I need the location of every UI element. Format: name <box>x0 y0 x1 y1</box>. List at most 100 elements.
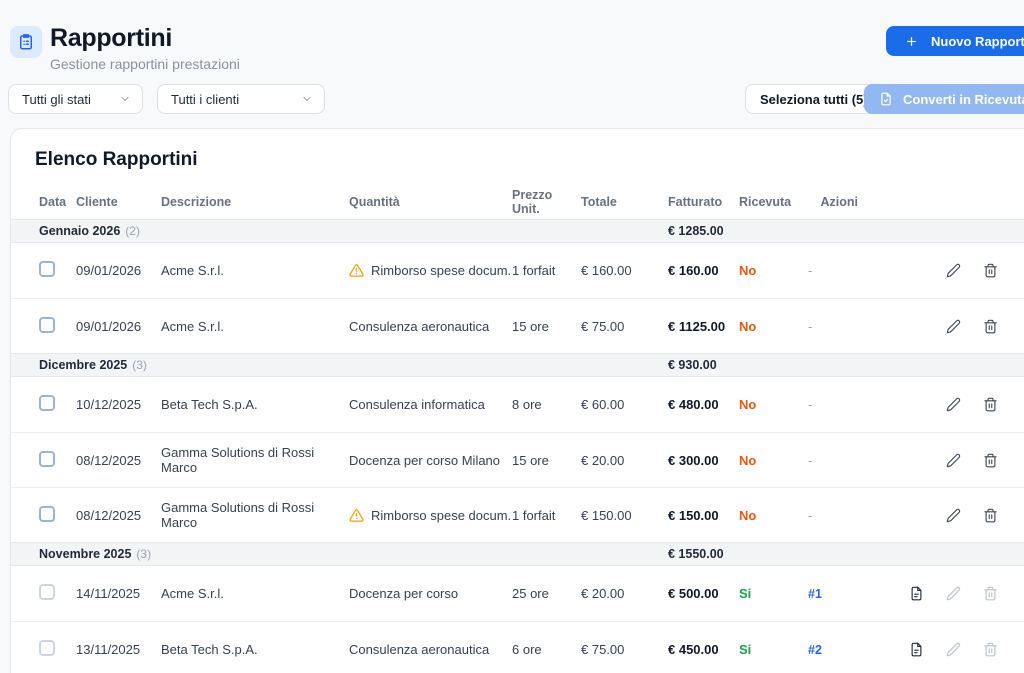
invoiced-status: No <box>739 453 808 468</box>
new-rapportino-button[interactable]: Nuovo Rapportino <box>886 26 1024 56</box>
delete-icon[interactable] <box>983 508 998 523</box>
total-cell: € 300.00 <box>668 453 739 468</box>
total-cell: € 500.00 <box>668 586 739 601</box>
month-count: (3) <box>136 547 151 561</box>
edit-icon[interactable] <box>946 508 961 523</box>
description-cell: Docenza per corso Milano <box>349 453 512 468</box>
receipt-dash: - <box>808 508 812 523</box>
quantity-cell: 15 ore <box>512 453 581 468</box>
month-name: Novembre 2025 <box>39 547 131 561</box>
date-cell: 10/12/2025 <box>76 397 161 412</box>
total-cell: € 1125.00 <box>668 319 739 334</box>
column-header: Descrizione <box>161 195 349 209</box>
receipt-cell: #1 <box>808 586 893 601</box>
month-name: Gennaio 2026 <box>39 224 120 238</box>
edit-icon[interactable] <box>946 586 961 601</box>
month-count: (2) <box>125 224 140 238</box>
row-checkbox[interactable] <box>39 584 55 600</box>
checkbox-cell <box>39 317 76 336</box>
month-group-row: Novembre 2025 (3) € 1550.00 <box>11 542 1024 566</box>
action-slot <box>983 397 998 413</box>
delete-icon[interactable] <box>983 586 998 601</box>
description-text: Rimborso spese docum... <box>371 508 512 523</box>
unit-price-cell: € 20.00 <box>581 453 668 468</box>
client-filter-select[interactable]: Tutti i clienti <box>157 84 325 114</box>
description-text: Consulenza aeronautica <box>349 642 489 657</box>
action-slot <box>909 507 924 523</box>
quantity-cell: 6 ore <box>512 642 581 657</box>
description-text: Rimborso spese docum... <box>371 263 512 278</box>
warning-icon <box>349 263 364 278</box>
checkbox-cell <box>39 451 76 470</box>
edit-icon[interactable] <box>946 453 961 468</box>
file-convert-icon <box>879 92 893 106</box>
total-cell: € 480.00 <box>668 397 739 412</box>
row-checkbox[interactable] <box>39 506 55 522</box>
quantity-cell: 8 ore <box>512 397 581 412</box>
checkbox-cell <box>39 261 76 280</box>
receipt-cell: - <box>808 319 893 334</box>
receipt-document-icon[interactable] <box>909 642 924 657</box>
unit-price-cell: € 150.00 <box>581 508 668 523</box>
row-checkbox[interactable] <box>39 395 55 411</box>
delete-icon[interactable] <box>983 397 998 412</box>
edit-icon[interactable] <box>946 263 961 278</box>
edit-icon[interactable] <box>946 642 961 657</box>
action-slot <box>983 586 998 602</box>
month-total: € 1550.00 <box>668 547 739 561</box>
actions-cell <box>893 299 1024 353</box>
receipt-document-icon[interactable] <box>909 586 924 601</box>
receipt-cell: - <box>808 263 893 278</box>
client-cell: Acme S.r.l. <box>161 319 349 334</box>
receipt-cell: - <box>808 397 893 412</box>
delete-icon[interactable] <box>983 453 998 468</box>
quantity-cell: 25 ore <box>512 586 581 601</box>
convert-to-receipt-button[interactable]: Converti in Ricevuta (0) <box>864 84 1024 114</box>
receipt-number-link[interactable]: #2 <box>808 643 822 657</box>
client-cell: Beta Tech S.p.A. <box>161 642 349 657</box>
action-slot <box>983 318 998 334</box>
edit-icon[interactable] <box>946 319 961 334</box>
month-total: € 1285.00 <box>668 224 739 238</box>
table-row: 13/11/2025Beta Tech S.p.A.Consulenza aer… <box>11 621 1024 673</box>
convert-label: Converti in Ricevuta (0) <box>903 92 1024 107</box>
client-filter-value: Tutti i clienti <box>171 92 239 107</box>
edit-icon[interactable] <box>946 397 961 412</box>
description-text: Docenza per corso Milano <box>349 453 500 468</box>
row-checkbox[interactable] <box>39 640 55 656</box>
page-title: Rapportini <box>50 24 240 53</box>
description-cell: Rimborso spese docum... <box>349 263 512 278</box>
action-slot <box>946 263 961 279</box>
receipt-cell: - <box>808 508 893 523</box>
row-checkbox[interactable] <box>39 317 55 333</box>
invoiced-status: No <box>739 397 808 412</box>
client-cell: Gamma Solutions di Rossi Marco <box>161 445 349 475</box>
action-slot <box>983 263 998 279</box>
quantity-cell: 15 ore <box>512 319 581 334</box>
select-all-button[interactable]: Seleziona tutti (5) <box>745 84 883 114</box>
total-cell: € 450.00 <box>668 642 739 657</box>
checkbox-cell <box>39 584 76 603</box>
column-header: Cliente <box>76 195 161 209</box>
column-header: Prezzo Unit. <box>512 188 581 216</box>
receipt-cell: #2 <box>808 642 893 657</box>
date-cell: 08/12/2025 <box>76 508 161 523</box>
date-cell: 09/01/2026 <box>76 263 161 278</box>
column-header: Ricevuta <box>739 195 808 209</box>
delete-icon[interactable] <box>983 319 998 334</box>
status-filter-select[interactable]: Tutti gli stati <box>8 84 143 114</box>
row-checkbox[interactable] <box>39 451 55 467</box>
receipt-cell: - <box>808 453 893 468</box>
row-checkbox[interactable] <box>39 261 55 277</box>
delete-icon[interactable] <box>983 642 998 657</box>
quantity-cell: 1 forfait <box>512 263 581 278</box>
description-cell: Docenza per corso <box>349 586 512 601</box>
checkbox-cell <box>39 395 76 414</box>
client-cell: Acme S.r.l. <box>161 586 349 601</box>
receipt-number-link[interactable]: #1 <box>808 587 822 601</box>
description-cell: Consulenza aeronautica <box>349 642 512 657</box>
description-cell: Consulenza aeronautica <box>349 319 512 334</box>
delete-icon[interactable] <box>983 263 998 278</box>
month-group-label: Novembre 2025 (3) <box>39 547 512 561</box>
actions-cell <box>893 488 1024 542</box>
